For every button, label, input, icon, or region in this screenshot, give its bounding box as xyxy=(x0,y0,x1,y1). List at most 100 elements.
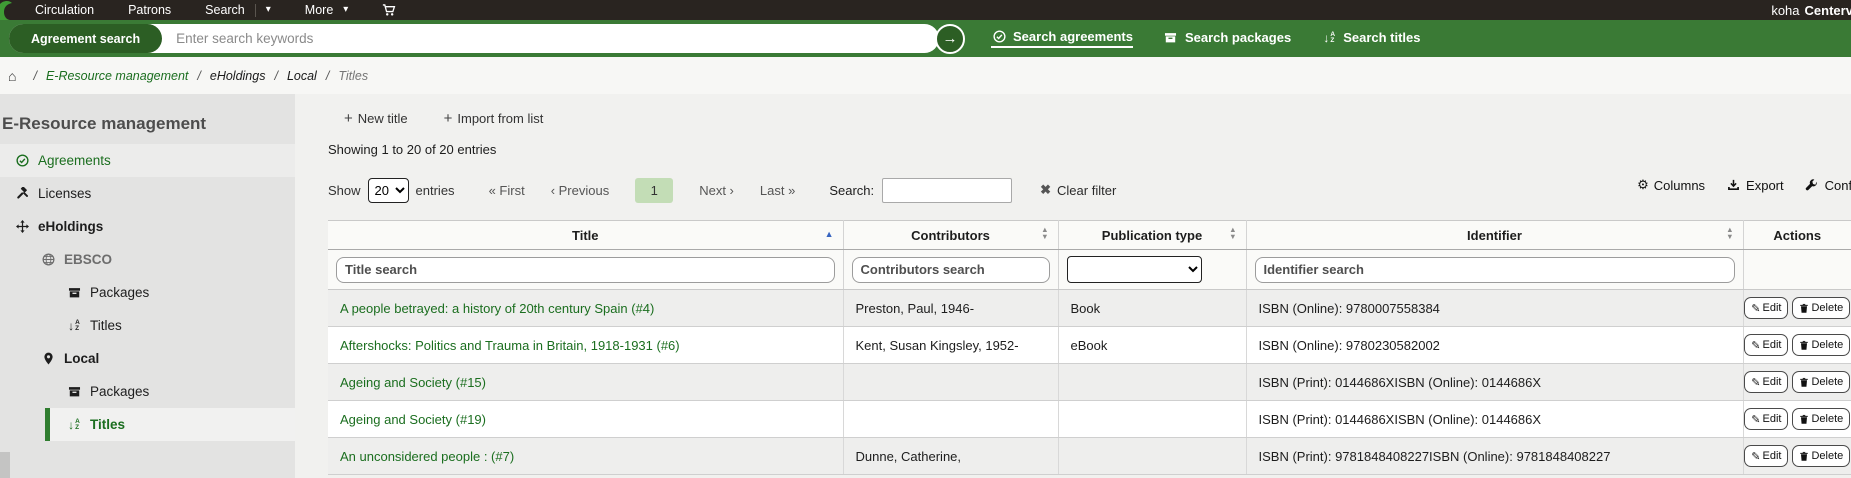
publication-type-cell xyxy=(1058,364,1246,401)
column-header-publication-type[interactable]: Publication type ▲▼ xyxy=(1058,221,1246,250)
table-row: Aftershocks: Politics and Trauma in Brit… xyxy=(328,327,1851,364)
breadcrumb-local[interactable]: Local xyxy=(287,69,317,83)
brand-library-name: Centerville xyxy=(1805,3,1851,18)
pagination-last-button[interactable]: Last » xyxy=(760,183,795,198)
export-button[interactable]: Export xyxy=(1725,178,1784,193)
nav-search[interactable]: Search xyxy=(205,3,245,17)
title-filter-input[interactable] xyxy=(336,257,835,283)
identifier-filter-input[interactable] xyxy=(1255,257,1735,283)
edit-button[interactable]: ✎Edit xyxy=(1744,334,1788,356)
sidebar-item-agreements[interactable]: Agreements xyxy=(0,144,295,177)
search-packages-label: Search packages xyxy=(1185,30,1291,45)
new-title-button[interactable]: + New title xyxy=(344,110,408,127)
scrollbar[interactable] xyxy=(0,452,10,478)
nav-divider xyxy=(255,4,256,17)
pagination-page-1-button[interactable]: 1 xyxy=(635,178,673,203)
sidebar-item-local-packages[interactable]: Packages xyxy=(0,375,295,408)
show-label: Show xyxy=(328,183,361,198)
sidebar-item-eholdings[interactable]: eHoldings xyxy=(0,210,295,243)
search-bar: Agreement search → Search agreements Sea… xyxy=(0,20,1851,57)
contributors-cell: Preston, Paul, 1946- xyxy=(843,290,1058,327)
search-agreements-label: Search agreements xyxy=(1013,29,1133,44)
publication-type-cell: Book xyxy=(1058,290,1246,327)
cart-icon[interactable] xyxy=(382,3,396,17)
pagination-first-button[interactable]: « First xyxy=(489,183,525,198)
contributors-cell: Kent, Susan Kingsley, 1952- xyxy=(843,327,1058,364)
search-submit-button[interactable]: → xyxy=(935,24,965,54)
close-icon: ✖ xyxy=(1040,182,1051,198)
breadcrumb-eresource-management[interactable]: E-Resource management xyxy=(46,69,188,83)
delete-button[interactable]: Delete xyxy=(1792,371,1850,393)
column-header-contributors[interactable]: Contributors ▲▼ xyxy=(843,221,1058,250)
download-icon xyxy=(1725,179,1741,192)
table-row: A people betrayed: a history of 20th cen… xyxy=(328,290,1851,327)
breadcrumb-eholdings[interactable]: eHoldings xyxy=(210,69,266,83)
search-agreements-link[interactable]: Search agreements xyxy=(991,29,1133,48)
edit-button[interactable]: ✎Edit xyxy=(1744,408,1788,430)
gear-icon: ⚙ xyxy=(1637,177,1649,193)
nav-patrons[interactable]: Patrons xyxy=(128,3,171,17)
entries-label: entries xyxy=(416,183,455,198)
pencil-icon: ✎ xyxy=(1751,450,1760,463)
publication-type-cell xyxy=(1058,438,1246,475)
plus-icon: + xyxy=(444,110,453,127)
pagination-next-button[interactable]: Next › xyxy=(699,183,734,198)
delete-button[interactable]: Delete xyxy=(1792,334,1850,356)
chevron-down-icon[interactable]: ▾ xyxy=(266,5,271,15)
table-row: An unconsidered people : (#7) Dunne, Cat… xyxy=(328,438,1851,475)
koha-logo-icon[interactable] xyxy=(0,0,15,20)
map-marker-icon xyxy=(40,352,56,365)
publication-type-cell: eBook xyxy=(1058,327,1246,364)
wrench-icon xyxy=(1804,179,1820,192)
sidebar-item-local[interactable]: Local xyxy=(0,342,295,375)
breadcrumb: ⌂ / E-Resource management / eHoldings / … xyxy=(0,57,1851,94)
sidebar-item-ebsco[interactable]: EBSCO xyxy=(0,243,295,276)
column-header-title[interactable]: Title ▲ xyxy=(328,221,843,250)
clear-filter-button[interactable]: ✖ Clear filter xyxy=(1040,182,1116,198)
pagination-previous-button[interactable]: ‹ Previous xyxy=(551,183,610,198)
contributors-cell xyxy=(843,401,1058,438)
sort-alpha-icon: ↓AZ xyxy=(66,320,82,332)
breadcrumb-titles-current: Titles xyxy=(338,69,368,83)
edit-button[interactable]: ✎Edit xyxy=(1744,371,1788,393)
chevron-down-icon: ▾ xyxy=(343,5,348,15)
agreement-search-scope-button[interactable]: Agreement search xyxy=(9,24,162,53)
home-icon[interactable]: ⌂ xyxy=(8,68,16,84)
contributors-filter-input[interactable] xyxy=(852,257,1050,283)
nav-more[interactable]: More xyxy=(305,3,333,17)
edit-button[interactable]: ✎Edit xyxy=(1744,445,1788,467)
delete-button[interactable]: Delete xyxy=(1792,408,1850,430)
delete-button[interactable]: Delete xyxy=(1792,297,1850,319)
configure-button[interactable]: Configure xyxy=(1804,178,1851,193)
title-link[interactable]: An unconsidered people : (#7) xyxy=(340,449,514,464)
move-icon xyxy=(14,220,30,233)
title-link[interactable]: Ageing and Society (#15) xyxy=(340,375,486,390)
columns-button[interactable]: ⚙ Columns xyxy=(1637,177,1705,193)
sidebar-item-local-titles[interactable]: ↓AZ Titles xyxy=(45,408,295,441)
sidebar-item-ebsco-titles[interactable]: ↓AZ Titles xyxy=(0,309,295,342)
sidebar: E-Resource management Agreements License… xyxy=(0,94,295,478)
edit-button[interactable]: ✎Edit xyxy=(1744,297,1788,319)
trash-icon xyxy=(1799,377,1809,388)
column-header-identifier[interactable]: Identifier ▲▼ xyxy=(1246,221,1743,250)
search-input[interactable] xyxy=(162,31,939,46)
table-search-input[interactable] xyxy=(882,178,1012,203)
search-packages-link[interactable]: Search packages xyxy=(1163,30,1291,47)
title-link[interactable]: Aftershocks: Politics and Trauma in Brit… xyxy=(340,338,680,353)
sidebar-item-licenses[interactable]: Licenses xyxy=(0,177,295,210)
sort-alpha-icon: ↓AZ xyxy=(1321,32,1337,44)
check-circle-icon xyxy=(14,154,30,167)
import-from-list-button[interactable]: + Import from list xyxy=(444,110,544,127)
page-size-select[interactable]: 20 xyxy=(368,178,409,203)
delete-button[interactable]: Delete xyxy=(1792,445,1850,467)
contributors-cell: Dunne, Catherine, xyxy=(843,438,1058,475)
nav-circulation[interactable]: Circulation xyxy=(35,3,94,17)
main-content: + New title + Import from list Showing 1… xyxy=(295,94,1851,478)
table-search-label: Search: xyxy=(829,183,874,198)
search-titles-link[interactable]: ↓AZ Search titles xyxy=(1321,30,1420,47)
title-link[interactable]: A people betrayed: a history of 20th cen… xyxy=(340,301,654,316)
title-link[interactable]: Ageing and Society (#19) xyxy=(340,412,486,427)
publication-type-filter-select[interactable] xyxy=(1067,256,1202,283)
arrow-right-icon: → xyxy=(943,30,958,47)
sidebar-item-ebsco-packages[interactable]: Packages xyxy=(0,276,295,309)
